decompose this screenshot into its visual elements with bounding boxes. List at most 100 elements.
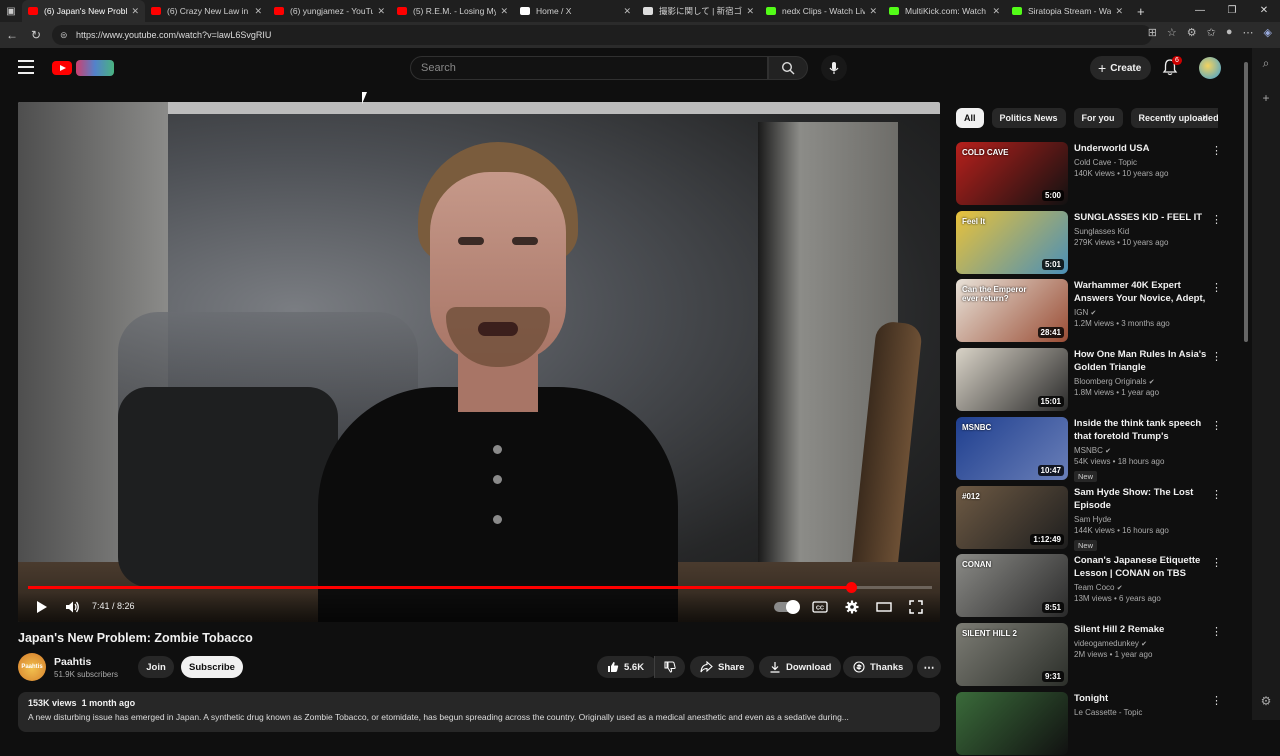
description-box[interactable]: 153K views 1 month ago A new disturbing … bbox=[18, 692, 940, 732]
video-thumbnail[interactable]: COLD CAVE 5:00 bbox=[956, 142, 1068, 205]
video-title-link[interactable]: Conan's Japanese Etiquette Lesson | CONA… bbox=[1074, 554, 1212, 580]
channel-name[interactable]: videogamedunkey ✔ bbox=[1074, 639, 1212, 648]
share-button[interactable]: Share bbox=[690, 656, 755, 678]
settings-button[interactable] bbox=[842, 598, 862, 616]
theater-mode-button[interactable] bbox=[874, 598, 894, 616]
back-icon[interactable]: ← bbox=[0, 28, 24, 42]
guide-menu-icon[interactable] bbox=[18, 60, 34, 74]
video-thumbnail[interactable]: Feel It 5:01 bbox=[956, 210, 1068, 274]
browser-tab[interactable]: Home / X ✕ bbox=[514, 0, 637, 22]
related-video-item[interactable]: SILENT HILL 2 9:31 Silent Hill 2 Remake vid… bbox=[956, 622, 1226, 687]
browser-tab[interactable]: (6) Japan's New Proble ✕ bbox=[22, 0, 145, 22]
mute-button[interactable] bbox=[62, 598, 82, 616]
kebab-menu-icon[interactable]: ⋮ bbox=[1211, 144, 1222, 157]
more-menu-icon[interactable]: ⋯ bbox=[1243, 26, 1254, 39]
url-field[interactable]: ⊜ https://www.youtube.com/watch?v=lawL6S… bbox=[52, 25, 1152, 45]
tab-close-icon[interactable]: ✕ bbox=[254, 6, 262, 17]
related-video-item[interactable]: COLD CAVE 5:00 Underworld USA Cold Cave - T… bbox=[956, 142, 1226, 206]
kebab-menu-icon[interactable]: ⋮ bbox=[1211, 281, 1222, 294]
video-player[interactable]: 7:41 / 8:26 CC bbox=[18, 102, 940, 622]
restore-icon[interactable]: ❐ bbox=[1216, 0, 1248, 22]
video-title-link[interactable]: Inside the think tank speech that foreto… bbox=[1074, 417, 1212, 443]
seek-bar[interactable] bbox=[28, 582, 932, 593]
video-thumbnail[interactable]: #012 1:12:49 bbox=[956, 485, 1068, 549]
search-input[interactable] bbox=[421, 62, 767, 74]
extensions-icon[interactable]: ⚙ bbox=[1187, 26, 1197, 39]
video-thumbnail[interactable]: 15:01 bbox=[956, 348, 1068, 412]
tab-close-icon[interactable]: ✕ bbox=[869, 6, 877, 17]
bookmark-star-icon[interactable]: ☆ bbox=[1167, 26, 1177, 39]
kebab-menu-icon[interactable]: ⋮ bbox=[1211, 419, 1222, 432]
tab-close-icon[interactable]: ✕ bbox=[377, 6, 385, 17]
subscribe-button[interactable]: Subscribe bbox=[181, 656, 243, 678]
tab-close-icon[interactable]: ✕ bbox=[500, 6, 508, 17]
fullscreen-button[interactable] bbox=[906, 598, 926, 616]
related-video-item[interactable]: Tonight Le Cassette - Topic ⋮ bbox=[956, 691, 1226, 756]
search-button[interactable] bbox=[768, 56, 808, 80]
channel-name[interactable]: IGN ✔ bbox=[1074, 308, 1212, 317]
browser-tab[interactable]: nedx Clips - Watch Liv ✕ bbox=[760, 0, 883, 22]
page-scrollbar[interactable] bbox=[1243, 52, 1249, 712]
browser-tab[interactable]: Siratopia Stream - Wat ✕ bbox=[1006, 0, 1129, 22]
captions-button[interactable]: CC bbox=[810, 598, 830, 616]
browser-menu-icon[interactable]: ▣ bbox=[0, 6, 22, 17]
tab-close-icon[interactable]: ✕ bbox=[992, 6, 1000, 17]
video-title-link[interactable]: Tonight bbox=[1074, 692, 1212, 705]
related-video-item[interactable]: CONAN 8:51 Conan's Japanese Etiquette Less… bbox=[956, 554, 1226, 618]
video-title-link[interactable]: Silent Hill 2 Remake bbox=[1074, 623, 1212, 636]
voice-search-button[interactable] bbox=[821, 55, 847, 81]
browser-tab[interactable]: MultiKick.com: Watch M ✕ bbox=[883, 0, 1006, 22]
video-title-link[interactable]: Underworld USA bbox=[1074, 142, 1212, 155]
related-video-item[interactable]: #012 1:12:49 Sam Hyde Show: The Lost Episo… bbox=[956, 485, 1226, 551]
sidebar-add-icon[interactable]: + bbox=[1262, 91, 1269, 105]
related-video-item[interactable]: Feel It 5:01 SUNGLASSES KID - FEEL IT Sungl… bbox=[956, 210, 1226, 275]
browser-tab[interactable]: 撮影に関して | 新宿ゴール✕ bbox=[637, 0, 760, 22]
like-button[interactable]: 5.6K bbox=[597, 656, 659, 678]
account-avatar[interactable] bbox=[1199, 57, 1221, 79]
video-title-link[interactable]: SUNGLASSES KID - FEEL IT bbox=[1074, 211, 1212, 224]
kebab-menu-icon[interactable]: ⋮ bbox=[1211, 350, 1222, 363]
tab-close-icon[interactable]: ✕ bbox=[746, 6, 754, 17]
channel-name[interactable]: MSNBC ✔ bbox=[1074, 446, 1212, 455]
related-video-item[interactable]: Can the Emperor ever return? 28:41 Warhamm… bbox=[956, 279, 1226, 343]
chips-next-icon[interactable]: › bbox=[1202, 110, 1206, 124]
video-thumbnail[interactable]: SILENT HILL 2 9:31 bbox=[956, 622, 1068, 686]
site-info-icon[interactable]: ⊜ bbox=[60, 25, 68, 45]
tab-close-icon[interactable]: ✕ bbox=[131, 6, 139, 17]
scrollbar-thumb[interactable] bbox=[1244, 62, 1248, 342]
channel-name[interactable]: Sam Hyde bbox=[1074, 515, 1212, 524]
kebab-menu-icon[interactable]: ⋮ bbox=[1211, 625, 1222, 638]
video-thumbnail[interactable]: MSNBC 10:47 bbox=[956, 416, 1068, 480]
channel-name[interactable]: Bloomberg Originals ✔ bbox=[1074, 377, 1212, 386]
profile-icon[interactable]: ● bbox=[1226, 26, 1233, 39]
tab-close-icon[interactable]: ✕ bbox=[1115, 6, 1123, 17]
tab-close-icon[interactable]: ✕ bbox=[623, 6, 631, 17]
video-title-link[interactable]: How One Man Rules In Asia's Golden Trian… bbox=[1074, 348, 1212, 374]
video-title-link[interactable]: Sam Hyde Show: The Lost Episode bbox=[1074, 486, 1212, 512]
thanks-button[interactable]: Thanks bbox=[843, 656, 914, 678]
kebab-menu-icon[interactable]: ⋮ bbox=[1211, 694, 1222, 707]
channel-avatar[interactable]: Paahtis bbox=[18, 653, 46, 681]
browser-tab[interactable]: (6) yungjamez - YouTub ✕ bbox=[268, 0, 391, 22]
kebab-menu-icon[interactable]: ⋮ bbox=[1211, 213, 1222, 226]
close-window-icon[interactable]: ✕ bbox=[1248, 0, 1280, 22]
install-app-icon[interactable]: ⊞ bbox=[1148, 26, 1157, 39]
sidebar-settings-icon[interactable]: ⚙ bbox=[1261, 694, 1272, 708]
chip-all[interactable]: All bbox=[956, 108, 984, 128]
more-actions-button[interactable]: ⋯ bbox=[917, 656, 941, 678]
channel-name[interactable]: Sunglasses Kid bbox=[1074, 227, 1212, 236]
browser-tab[interactable]: (6) Crazy New Law in Ja ✕ bbox=[145, 0, 268, 22]
new-tab-icon[interactable]: + bbox=[1137, 4, 1145, 19]
youtube-logo[interactable] bbox=[52, 59, 114, 77]
related-video-item[interactable]: 15:01 How One Man Rules In Asia's Golden … bbox=[956, 348, 1226, 412]
download-button[interactable]: Download bbox=[759, 656, 842, 678]
video-thumbnail[interactable] bbox=[956, 691, 1068, 755]
chip-for-you[interactable]: For you bbox=[1073, 108, 1123, 128]
reload-icon[interactable]: ↻ bbox=[24, 28, 48, 42]
kebab-menu-icon[interactable]: ⋮ bbox=[1211, 556, 1222, 569]
video-title-link[interactable]: Warhammer 40K Expert Answers Your Novice… bbox=[1074, 279, 1212, 305]
dislike-button[interactable] bbox=[654, 656, 685, 678]
channel-name[interactable]: Team Coco ✔ bbox=[1074, 583, 1212, 592]
channel-name[interactable]: Paahtis bbox=[54, 656, 91, 668]
kebab-menu-icon[interactable]: ⋮ bbox=[1211, 488, 1222, 501]
